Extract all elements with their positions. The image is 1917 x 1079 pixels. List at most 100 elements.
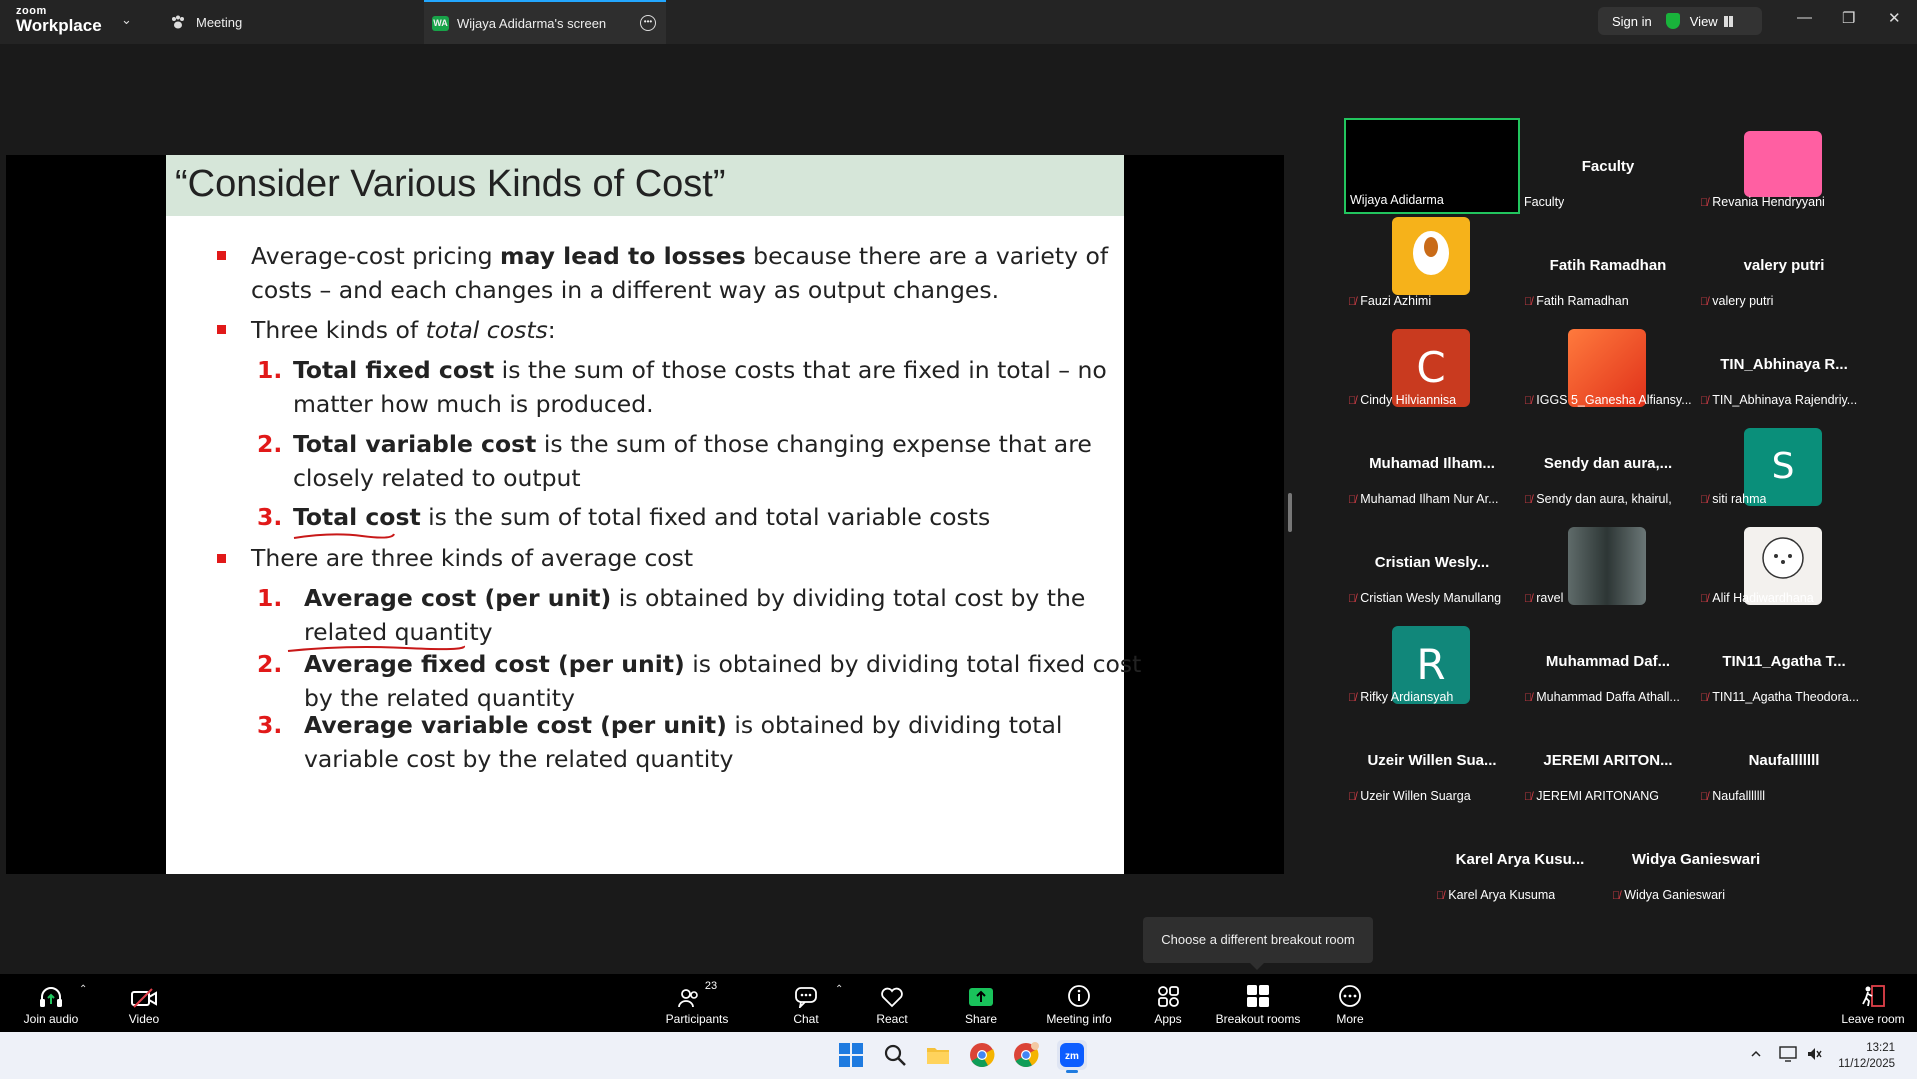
more-options-icon[interactable]: ••• [640, 15, 656, 31]
tab-shared-screen[interactable]: WA Wijaya Adidarma's screen ••• [424, 0, 666, 44]
list-number: 2. [257, 650, 283, 678]
participant-tile[interactable]: TIN_Abhinaya R... 🎙̸ TIN_Abhinaya Rajendr… [1696, 316, 1872, 412]
participant-tile[interactable]: Karel Arya Kusu... 🎙̸ Karel Arya Kusuma [1432, 811, 1608, 907]
svg-text:zm: zm [1065, 1051, 1079, 1062]
bullet-icon [217, 554, 226, 563]
network-monitor-icon[interactable] [1779, 1046, 1797, 1062]
chrome-icon[interactable] [969, 1042, 995, 1068]
participants-count: 23 [704, 980, 718, 992]
split-view-handle[interactable] [1288, 493, 1292, 532]
mic-muted-icon: 🎙̸ [1436, 890, 1445, 902]
participant-label: 🎙̸ Widya Ganieswari [1612, 888, 1725, 902]
participant-name: Naufalllllll [1748, 752, 1820, 769]
participant-label: 🎙̸ JEREMI ARITONANG [1524, 789, 1659, 803]
participant-tile[interactable]: Sendy dan aura,... 🎙̸ Sendy dan aura, kha… [1520, 415, 1696, 511]
close-icon[interactable]: ✕ [1888, 9, 1901, 27]
bullet-3: There are three kinds of average cost [251, 544, 694, 572]
presentation-slide: “Consider Various Kinds of Cost” Average… [166, 155, 1141, 874]
participant-tile[interactable]: valery putri 🎙̸ valery putri [1696, 217, 1872, 313]
more-button[interactable]: More [1330, 974, 1370, 1032]
share-screen-icon [969, 988, 993, 1006]
participant-tile[interactable]: Faculty Faculty [1520, 118, 1696, 214]
apps-button[interactable]: Apps [1148, 974, 1188, 1032]
video-button[interactable]: Video [114, 974, 174, 1032]
chat-button[interactable]: Chat [786, 974, 826, 1032]
mic-muted-icon: 🎙̸ [1348, 494, 1357, 506]
mic-muted-icon: 🎙̸ [1700, 692, 1709, 704]
security-shield-icon[interactable] [1665, 13, 1680, 29]
participant-tile[interactable]: TIN11_Agatha T... 🎙̸ TIN11_Agatha Theodor… [1696, 613, 1872, 709]
minimize-icon[interactable]: — [1797, 9, 1812, 26]
participant-label: 🎙̸ Alif Hadiwardhana [1700, 591, 1814, 605]
participant-tile[interactable]: 🎙̸ ravel [1520, 514, 1696, 610]
participant-tile[interactable]: 🎙̸ IGGS 5_Ganesha Alfiansy... [1520, 316, 1696, 412]
participant-tile[interactable]: S 🎙̸ siti rahma [1696, 415, 1872, 511]
chevron-down-icon[interactable]: ⌄ [121, 12, 132, 28]
participant-tile[interactable]: R 🎙̸ Rifky Ardiansyah [1344, 613, 1520, 709]
participant-label: 🎙̸ Naufalllllll [1700, 789, 1766, 803]
mic-muted-icon: 🎙̸ [1348, 593, 1357, 605]
zoom-taskbar-active[interactable]: zm [1057, 1040, 1087, 1073]
sign-in-button[interactable]: Sign in [1612, 14, 1652, 29]
view-grid-icon[interactable] [1723, 15, 1733, 27]
participant-label: 🎙̸ Fatih Ramadhan [1524, 294, 1629, 308]
bullet-icon [217, 325, 226, 334]
react-button[interactable]: React [871, 974, 913, 1032]
zoom-app-icon: zm [1060, 1043, 1084, 1067]
mic-muted-icon: 🎙̸ [1700, 791, 1709, 803]
join-audio-button[interactable]: Join audio [16, 974, 86, 1032]
restore-icon[interactable]: ❐ [1842, 9, 1855, 27]
participant-tile[interactable]: Naufalllllll 🎙̸ Naufalllllll [1696, 712, 1872, 808]
chrome-profile-icon[interactable] [1013, 1042, 1039, 1068]
participants-icon [677, 989, 698, 1008]
chevron-up-icon[interactable] [1750, 1048, 1762, 1060]
mic-muted-icon: 🎙̸ [1700, 296, 1709, 308]
audio-options-caret-icon[interactable]: ⌃ [79, 984, 87, 995]
participant-tile[interactable]: 🎙̸ Fauzi Azhimi [1344, 217, 1520, 313]
clock-time: 13:21 [1866, 1042, 1895, 1054]
participant-name: TIN_Abhinaya R... [1720, 356, 1848, 373]
mic-muted-icon: 🎙̸ [1700, 494, 1709, 506]
participant-label: 🎙̸ Cindy Hilviannisa [1348, 393, 1457, 407]
participant-tile[interactable]: 🎙̸ Alif Hadiwardhana [1696, 514, 1872, 610]
mic-muted-icon: 🎙̸ [1348, 791, 1357, 803]
bear-avatar-icon [1762, 537, 1804, 579]
participant-label: 🎙̸ Rifky Ardiansyah [1348, 690, 1454, 704]
total-cost-line: Total cost is the sum of total fixed and… [293, 503, 991, 531]
view-button[interactable]: View [1690, 14, 1718, 29]
windows-start-icon[interactable] [838, 1042, 864, 1068]
search-icon[interactable] [882, 1042, 908, 1068]
chat-options-caret-icon[interactable]: ⌃ [835, 984, 843, 995]
tab-meeting[interactable]: Meeting [170, 0, 242, 44]
participant-label: 🎙̸ Fauzi Azhimi [1348, 294, 1432, 308]
breakout-room-tooltip: Choose a different breakout room [1143, 917, 1373, 963]
mic-muted-icon: 🎙̸ [1700, 593, 1709, 605]
more-icon [1339, 985, 1361, 1007]
leave-room-button[interactable]: Leave room [1838, 974, 1908, 1032]
participant-tile-active[interactable]: Wijaya Adidarma [1344, 118, 1520, 214]
bullet-1-line-2: costs – and each changes in a different … [251, 276, 1000, 304]
apps-icon [1158, 986, 1179, 1007]
share-button[interactable]: Share [960, 974, 1002, 1032]
tab-meeting-label: Meeting [196, 14, 243, 30]
participant-tile[interactable]: Uzeir Willen Sua... 🎙̸ Uzeir Willen Suarg… [1344, 712, 1520, 808]
participant-tile[interactable]: C 🎙̸ Cindy Hilviannisa [1344, 316, 1520, 412]
participant-label: 🎙̸ valery putri [1700, 294, 1774, 308]
participant-tile[interactable]: Muhammad Daf... 🎙̸ Muhammad Daffa Athall.… [1520, 613, 1696, 709]
volume-muted-icon[interactable] [1806, 1046, 1822, 1062]
participants-button[interactable]: 23 Participants [660, 974, 734, 1032]
participant-label: 🎙̸ IGGS 5_Ganesha Alfiansy... [1524, 393, 1692, 407]
breakout-rooms-button[interactable]: Breakout rooms [1212, 974, 1304, 1032]
system-clock[interactable]: 13:21 11/12/2025 [1838, 1040, 1895, 1072]
file-explorer-icon[interactable] [925, 1042, 951, 1068]
participant-tile[interactable]: 🎙̸ Revania Hendryyani [1696, 118, 1872, 214]
participant-tile[interactable]: Cristian Wesly... 🎙̸ Cristian Wesly Manul… [1344, 514, 1520, 610]
participant-tile[interactable]: Muhamad Ilham... 🎙̸ Muhamad Ilham Nur Ar.… [1344, 415, 1520, 511]
mic-muted-icon: 🎙̸ [1524, 791, 1533, 803]
participant-tile[interactable]: Widya Ganieswari 🎙̸ Widya Ganieswari [1608, 811, 1784, 907]
avatar [1568, 527, 1646, 605]
meeting-info-button[interactable]: Meeting info [1042, 974, 1116, 1032]
total-variable-cost-line-1: Total variable cost is the sum of those … [293, 430, 1092, 458]
participant-tile[interactable]: JEREMI ARITON... 🎙̸ JEREMI ARITONANG [1520, 712, 1696, 808]
participant-tile[interactable]: Fatih Ramadhan 🎙̸ Fatih Ramadhan [1520, 217, 1696, 313]
